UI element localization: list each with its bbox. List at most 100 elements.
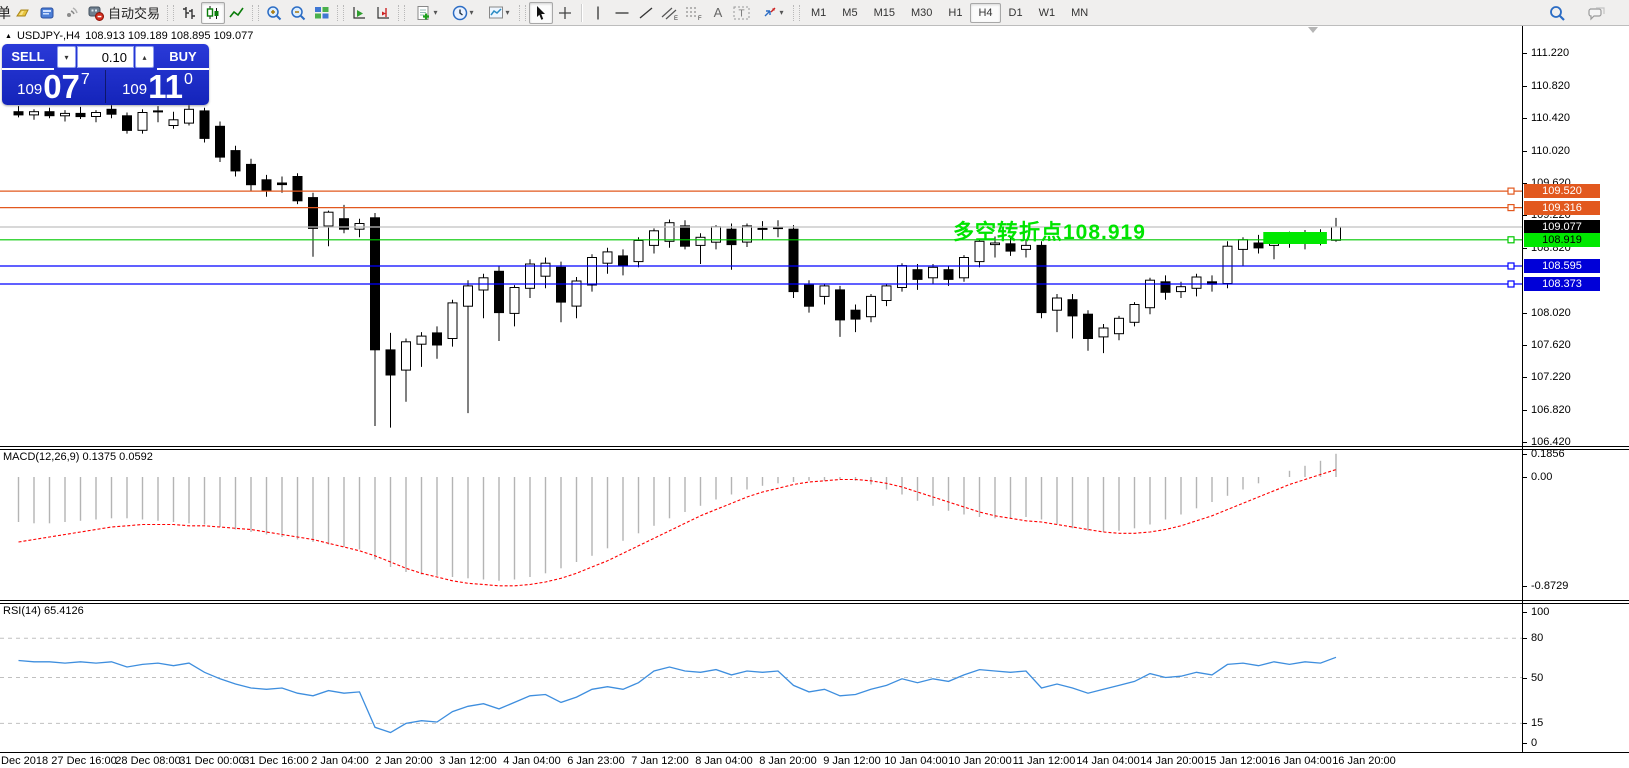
timeframe-button-M1[interactable]: M1 [803, 3, 834, 23]
timeframe-button-H4[interactable]: H4 [970, 3, 1000, 23]
macd-signal-line [19, 470, 1337, 586]
axis-tick-label: 107.220 [1531, 371, 1571, 383]
chevron-down-icon: ▾ [780, 8, 784, 17]
axis-tick-label: 100 [1531, 606, 1549, 618]
bar-chart-mode-icon[interactable] [177, 2, 201, 24]
text-tool-icon[interactable]: A [706, 2, 730, 24]
new-order-partial-label[interactable]: 单 [0, 3, 11, 23]
axis-tick [1523, 442, 1527, 443]
cursor-icon[interactable] [529, 2, 553, 24]
autotrading-button[interactable]: 自动交易 [83, 3, 164, 23]
axis-tick-label: 110.420 [1531, 112, 1570, 124]
horizontal-line-tool-icon[interactable] [610, 2, 634, 24]
candle-body [417, 336, 426, 344]
buy-button[interactable]: BUY [157, 44, 209, 70]
timeframe-button-M30[interactable]: M30 [903, 3, 940, 23]
equidistant-channel-tool-icon[interactable]: E [658, 2, 682, 24]
candle-body [805, 285, 814, 306]
search-icon[interactable] [1545, 2, 1569, 24]
toolbar-grip[interactable] [167, 5, 174, 21]
periods-icon[interactable]: ▾ [444, 2, 480, 24]
candle-body [634, 241, 643, 262]
timeframe-button-H1[interactable]: H1 [940, 3, 970, 23]
volume-increase-button[interactable]: ▴ [135, 46, 154, 68]
sell-price-button[interactable]: 109 07 7 [2, 70, 106, 103]
candle-body [681, 226, 690, 246]
level-handle[interactable] [1508, 205, 1514, 211]
candle-body [138, 113, 147, 131]
symbol-name: USDJPY-,H4 [17, 30, 80, 42]
price-axis[interactable]: 111.220110.820110.420110.020109.620109.2… [1523, 25, 1629, 753]
indicators-icon[interactable]: ▾ [408, 2, 444, 24]
sell-price-big: 07 [43, 73, 80, 101]
rsi-line [19, 657, 1337, 732]
candle-body [789, 229, 798, 291]
zoom-out-icon[interactable] [286, 2, 310, 24]
level-handle[interactable] [1508, 237, 1514, 243]
pane-separator-rsi[interactable] [0, 600, 1629, 601]
axis-tick [1523, 454, 1527, 455]
comments-icon[interactable] [1585, 2, 1609, 24]
level-handle[interactable] [1508, 281, 1514, 287]
candle-body [154, 111, 163, 112]
candle-body [1177, 287, 1186, 292]
crosshair-icon[interactable] [553, 2, 577, 24]
level-handle[interactable] [1508, 263, 1514, 269]
axis-tick [1523, 586, 1527, 587]
candle-body [1099, 328, 1108, 337]
data-window-icon[interactable] [35, 2, 59, 24]
arrow-down-icon: ▾ [64, 53, 68, 62]
timeframe-button-MN[interactable]: MN [1063, 3, 1096, 23]
toolbar-grip[interactable] [519, 5, 526, 21]
level-handle[interactable] [1508, 188, 1514, 194]
pane-separator-macd[interactable] [0, 449, 1629, 450]
text-label-tool-icon[interactable]: T [730, 2, 754, 24]
sell-button[interactable]: SELL [2, 44, 54, 70]
green-zone-rect [1263, 232, 1327, 244]
gold-ingot-icon[interactable] [11, 2, 35, 24]
candle-body [448, 303, 457, 339]
macd-label: MACD(12,26,9) 0.1375 0.0592 [3, 451, 153, 463]
timeframe-button-M5[interactable]: M5 [834, 3, 865, 23]
pivot-annotation-text: 多空转折点108.919 [953, 216, 1146, 246]
volume-input[interactable]: 0.10 [77, 46, 134, 68]
chart-canvas[interactable] [0, 0, 1629, 768]
time-axis-label: 2 Jan 20:00 [375, 755, 433, 767]
line-chart-mode-icon[interactable] [225, 2, 249, 24]
buy-price-big: 11 [148, 73, 183, 101]
arrows-tool-icon[interactable]: ▾ [754, 2, 790, 24]
timeframe-button-D1[interactable]: D1 [1001, 3, 1031, 23]
sell-price-pip: 7 [81, 71, 90, 89]
axis-tick [1523, 248, 1527, 249]
pane-separator-macd[interactable] [0, 446, 1629, 447]
toolbar-grip[interactable] [398, 5, 405, 21]
buy-price-button[interactable]: 109 11 0 [106, 70, 209, 103]
pane-separator-rsi[interactable] [0, 603, 1629, 604]
time-axis-label: 3 Jan 12:00 [439, 755, 497, 767]
timeframe-button-M15[interactable]: M15 [866, 3, 903, 23]
trendline-tool-icon[interactable] [634, 2, 658, 24]
zoom-in-icon[interactable] [262, 2, 286, 24]
candle-body [510, 288, 519, 314]
candle-body [200, 111, 209, 138]
tile-windows-icon[interactable] [310, 2, 334, 24]
toolbar-grip[interactable] [252, 5, 259, 21]
candle-body [820, 286, 829, 297]
templates-icon[interactable]: ▾ [480, 2, 516, 24]
timeframe-button-W1[interactable]: W1 [1031, 3, 1064, 23]
toolbar-grip[interactable] [337, 5, 344, 21]
candle-body [278, 183, 287, 185]
candle-body [944, 270, 953, 280]
time-axis[interactable]: 7 Dec 201827 Dec 16:0028 Dec 08:0031 Dec… [0, 753, 1522, 768]
volume-decrease-button[interactable]: ▾ [57, 46, 76, 68]
fibonacci-tool-icon[interactable]: F [682, 2, 706, 24]
chart-shift-icon[interactable] [371, 2, 395, 24]
candlestick-mode-icon[interactable] [201, 2, 225, 24]
vertical-line-tool-icon[interactable] [586, 2, 610, 24]
toolbar-grip[interactable] [793, 5, 800, 21]
candle-body [216, 126, 225, 157]
signal-icon[interactable] [59, 2, 83, 24]
axis-tick-label: 107.620 [1531, 339, 1571, 351]
time-axis-label: 14 Jan 04:00 [1076, 755, 1140, 767]
auto-scroll-icon[interactable] [347, 2, 371, 24]
